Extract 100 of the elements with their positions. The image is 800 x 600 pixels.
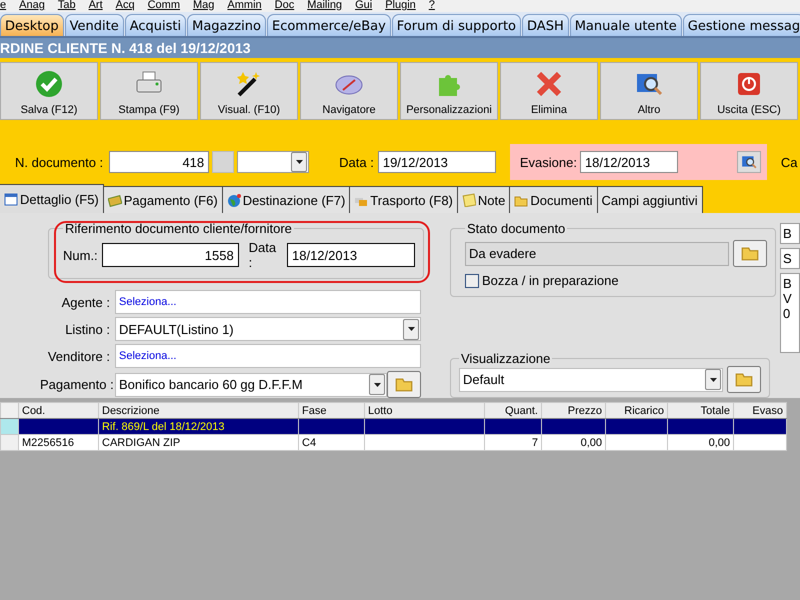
panel-field[interactable]: S (780, 248, 800, 269)
field-label: Data : (248, 240, 278, 270)
table-cell: M2256516 (18, 434, 98, 450)
menu-item[interactable]: ? (428, 0, 435, 12)
menu-item[interactable]: Gui (355, 0, 372, 12)
field-label: Evasione: (520, 154, 577, 170)
toolbar-button[interactable]: Uscita (ESC) (700, 62, 798, 120)
tab[interactable]: Documenti (510, 186, 598, 213)
date-field[interactable]: 19/12/2013 (378, 151, 496, 173)
selector-field[interactable]: Seleziona... (115, 290, 421, 314)
dropdown-field[interactable]: Bonifico bancario 60 gg D.F.F.M (115, 372, 387, 396)
menu-item[interactable]: Acq (116, 0, 135, 12)
select-link[interactable]: Seleziona... (119, 296, 176, 308)
group-title: Visualizzazione (460, 351, 552, 366)
menu-item[interactable]: Plugin (385, 0, 416, 12)
module-tab[interactable]: Vendite (64, 14, 124, 36)
caret-icon (374, 382, 380, 386)
module-tab[interactable]: Manuale utente (570, 14, 682, 36)
group-title: Riferimento documento cliente/fornitore (64, 221, 293, 236)
toolbar-button[interactable]: Stampa (F9) (100, 62, 198, 120)
checkbox-label: Bozza / in preparazione (482, 273, 619, 288)
toolbar-button[interactable]: Personalizzazioni (400, 62, 498, 120)
group-title: Stato documento (466, 221, 566, 236)
menu-item[interactable]: Doc (274, 0, 294, 12)
due-date-field[interactable]: 18/12/2013 (580, 151, 678, 173)
column-header[interactable]: Fase (298, 402, 364, 418)
row-marker[interactable] (0, 434, 18, 450)
checkmark-icon (35, 70, 63, 98)
status-field: Da evadere (465, 242, 729, 266)
toolbar-button[interactable]: Elimina (500, 62, 598, 120)
caret-icon (408, 327, 414, 331)
field-label: Listino : (64, 322, 110, 336)
menu-item[interactable]: Anag (19, 0, 45, 12)
dropdown-button[interactable] (705, 369, 721, 390)
tab[interactable]: Destinazione (F7) (222, 186, 350, 213)
globe-icon (226, 193, 241, 207)
checkbox[interactable] (465, 274, 479, 288)
select-link[interactable]: Seleziona... (119, 350, 176, 362)
folder-button[interactable] (727, 366, 761, 393)
dropdown-button[interactable] (291, 152, 308, 172)
tab[interactable]: Dettaglio (F5) (0, 184, 104, 213)
tab[interactable]: Trasporto (F8) (350, 186, 458, 213)
zoom-button[interactable] (736, 151, 761, 173)
dropdown-button[interactable] (403, 318, 419, 340)
module-tab[interactable]: Forum di supporto (392, 14, 522, 36)
panel-text-line: V (783, 291, 793, 306)
selector-field[interactable]: Seleziona... (115, 344, 421, 368)
tab[interactable]: Pagamento (F6) (104, 186, 223, 213)
field-label: N. documento : (15, 154, 104, 170)
menu-item[interactable]: e (0, 0, 6, 12)
column-header[interactable]: Ricarico (606, 402, 668, 418)
column-header[interactable]: Totale (668, 402, 734, 418)
menu-item[interactable]: Tab (58, 0, 76, 12)
module-tab[interactable]: Magazzino (187, 14, 266, 36)
column-header[interactable]: Cod. (18, 402, 98, 418)
tab[interactable]: Campi aggiuntivi (598, 186, 703, 213)
toolbar-button[interactable]: Salva (F12) (0, 62, 98, 120)
dropdown-value: Default (463, 372, 504, 387)
menu-item[interactable]: Mag (193, 0, 214, 12)
dropdown-value: Bonifico bancario 60 gg D.F.F.M (119, 377, 303, 392)
dropdown-button[interactable] (369, 374, 385, 395)
toolbar-button[interactable]: Altro (600, 62, 698, 120)
field-label: Num.: (63, 248, 98, 262)
table-cell: CARDIGAN ZIP (98, 434, 298, 450)
document-number-field[interactable]: 418 (109, 151, 210, 173)
dropdown-field[interactable]: DEFAULT(Listino 1) (115, 317, 421, 341)
notepad-icon (462, 193, 476, 207)
module-tab[interactable]: Desktop (0, 14, 64, 36)
table-cell: 0,00 (668, 434, 734, 450)
dropdown-field[interactable]: Default (459, 368, 723, 392)
toolbar-button[interactable]: Navigatore (300, 62, 398, 120)
calendar-icon (4, 192, 18, 206)
folder-button[interactable] (387, 371, 421, 398)
module-tab[interactable]: Acquisti (124, 14, 186, 36)
column-header[interactable]: Lotto (364, 402, 484, 418)
toolbar-button[interactable]: Visual. (F10) (200, 62, 298, 120)
field-label: Agente : (60, 294, 110, 310)
column-header[interactable]: Quant. (484, 402, 542, 418)
folder-button[interactable] (733, 240, 767, 267)
column-header[interactable]: Prezzo (542, 402, 606, 418)
tab[interactable]: Note (458, 186, 510, 213)
power-icon (735, 70, 763, 98)
menu-item[interactable]: Mailing (307, 0, 342, 12)
column-header[interactable]: Evaso (734, 402, 786, 418)
reference-number-field[interactable]: 1558 (102, 243, 239, 267)
module-tab[interactable]: Gestione messag (682, 14, 800, 36)
row-marker[interactable] (0, 418, 18, 434)
panel-tab[interactable]: B (780, 223, 800, 244)
cross-icon (535, 70, 563, 98)
window-title: RDINE CLIENTE N. 418 del 19/12/2013 (0, 36, 800, 58)
menu-item[interactable]: Ammin (227, 0, 262, 12)
table-cell: 7 (484, 434, 542, 450)
reference-date-field[interactable]: 18/12/2013 (287, 243, 415, 267)
menu-item[interactable]: Art (88, 0, 103, 12)
module-tab[interactable]: DASH (522, 14, 569, 36)
column-header[interactable]: Descrizione (98, 402, 298, 418)
dropdown-value: DEFAULT(Listino 1) (119, 322, 234, 336)
menu-item[interactable]: Comm (148, 0, 180, 12)
table-cell: 0,00 (542, 434, 606, 450)
module-tab[interactable]: Ecommerce/eBay (266, 14, 391, 36)
